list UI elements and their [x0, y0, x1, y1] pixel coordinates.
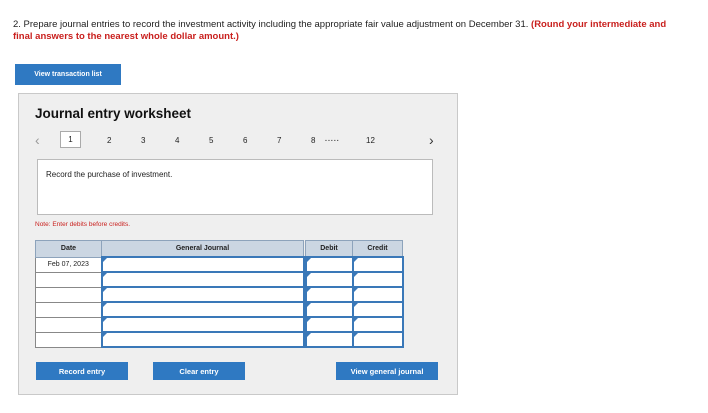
debit-input[interactable]: [304, 331, 354, 348]
account-input[interactable]: [100, 271, 305, 288]
clear-entry-button[interactable]: Clear entry: [153, 362, 245, 380]
table-row: [35, 286, 404, 303]
page-2[interactable]: 2: [107, 136, 111, 145]
credit-input[interactable]: [351, 286, 404, 303]
page-7[interactable]: 7: [277, 136, 281, 145]
journal-table: Date General Journal Debit Credit Feb 07…: [35, 240, 404, 348]
account-input[interactable]: [100, 331, 305, 348]
table-row: [35, 316, 404, 333]
worksheet-title: Journal entry worksheet: [35, 106, 192, 121]
account-input[interactable]: [100, 301, 305, 318]
debit-header: Debit: [305, 240, 353, 258]
chevron-left-icon[interactable]: ‹: [35, 132, 40, 148]
date-header: Date: [35, 240, 102, 258]
page-1[interactable]: 1: [60, 131, 81, 148]
instruction-text: Record the purchase of investment.: [46, 170, 173, 179]
record-entry-button[interactable]: Record entry: [36, 362, 128, 380]
account-input[interactable]: [100, 316, 305, 333]
debit-input[interactable]: [304, 271, 354, 288]
credit-header: Credit: [352, 240, 403, 258]
table-row: [35, 301, 404, 318]
page-ellipsis: .....: [325, 136, 340, 143]
date-cell: [35, 301, 102, 318]
view-general-journal-button[interactable]: View general journal: [336, 362, 438, 380]
credit-input[interactable]: [351, 331, 404, 348]
question-body: 2. Prepare journal entries to record the…: [13, 19, 529, 30]
table-row: Feb 07, 2023: [35, 256, 404, 273]
date-cell: [35, 316, 102, 333]
date-cell: [35, 271, 102, 288]
worksheet-pager: ‹ 1 2 3 4 5 6 7 8 ..... 12 ›: [33, 130, 445, 152]
page-6[interactable]: 6: [243, 136, 247, 145]
page-12[interactable]: 12: [366, 136, 375, 145]
debit-input[interactable]: [304, 256, 354, 273]
question-text: 2. Prepare journal entries to record the…: [13, 19, 673, 43]
page-3[interactable]: 3: [141, 136, 145, 145]
date-cell: [35, 331, 102, 348]
date-cell: [35, 286, 102, 303]
debit-input[interactable]: [304, 286, 354, 303]
credit-input[interactable]: [351, 301, 404, 318]
page-4[interactable]: 4: [175, 136, 179, 145]
general-journal-header: General Journal: [101, 240, 304, 258]
page-5[interactable]: 5: [209, 136, 213, 145]
journal-entry-worksheet: Journal entry worksheet ‹ 1 2 3 4 5 6 7 …: [18, 93, 458, 395]
page-8[interactable]: 8: [311, 136, 315, 145]
credit-input[interactable]: [351, 316, 404, 333]
chevron-right-icon[interactable]: ›: [429, 132, 434, 148]
table-row: [35, 331, 404, 348]
debit-input[interactable]: [304, 316, 354, 333]
account-input[interactable]: [100, 256, 305, 273]
view-transaction-list-button[interactable]: View transaction list: [15, 64, 121, 85]
table-row: [35, 271, 404, 288]
date-cell: Feb 07, 2023: [35, 256, 102, 273]
account-input[interactable]: [100, 286, 305, 303]
debit-credit-note: Note: Enter debits before credits.: [35, 221, 131, 228]
debit-input[interactable]: [304, 301, 354, 318]
instruction-box: Record the purchase of investment.: [37, 159, 433, 215]
credit-input[interactable]: [351, 256, 404, 273]
credit-input[interactable]: [351, 271, 404, 288]
